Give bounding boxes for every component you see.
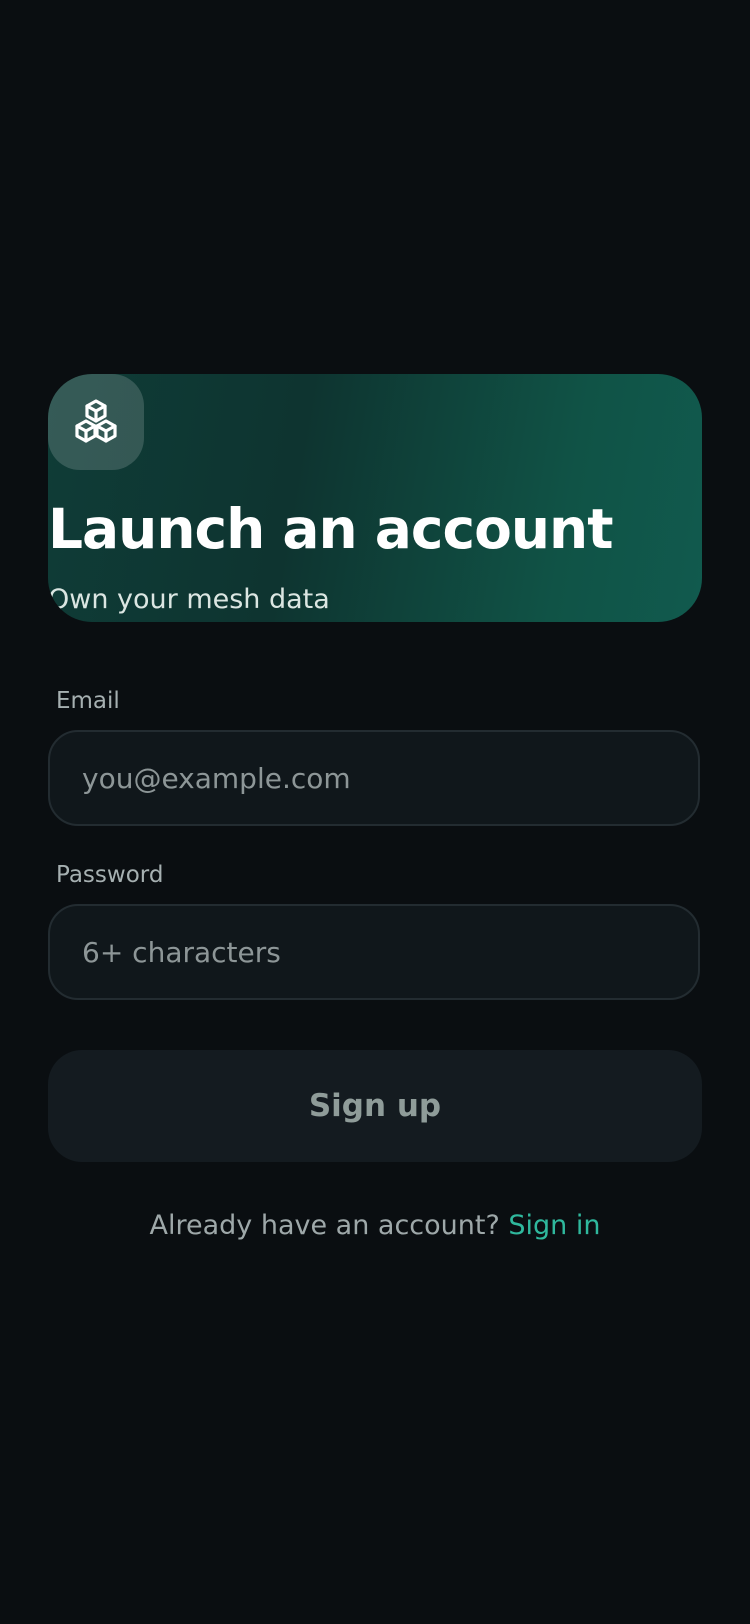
signup-screen: Launch an account Own your mesh data Ema… [0,0,750,1624]
password-field[interactable] [48,904,700,1000]
cubes-icon [75,399,117,443]
page-title: Launch an account [48,497,614,561]
email-label: Email [56,688,120,714]
password-label: Password [56,862,164,888]
hero-banner: Launch an account Own your mesh data [48,374,702,622]
sign-in-prompt-text: Already have an account? [149,1210,500,1241]
sign-up-button[interactable]: Sign up [48,1050,702,1162]
sign-in-link[interactable]: Sign in [508,1210,600,1241]
sign-in-prompt: Already have an account? Sign in [0,1212,750,1239]
app-logo-tile [48,374,144,470]
page-subtitle: Own your mesh data [48,584,330,615]
email-field[interactable] [48,730,700,826]
